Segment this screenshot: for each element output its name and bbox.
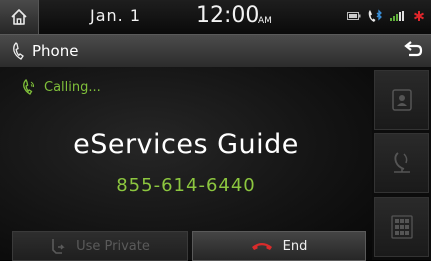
back-icon[interactable] xyxy=(403,41,423,59)
contacts-button[interactable] xyxy=(374,70,429,130)
keypad-button[interactable] xyxy=(374,197,429,257)
phone-icon xyxy=(13,42,24,60)
call-panel: Calling... eServices Guide 855-614-6440 … xyxy=(0,67,372,261)
end-call-button[interactable]: End xyxy=(192,231,366,261)
mute-icon xyxy=(414,11,424,21)
mic-mute-icon xyxy=(393,152,410,173)
status-time: 12:00 xyxy=(196,3,260,28)
use-private-button[interactable]: Use Private xyxy=(12,231,188,261)
bluetooth-phone-icon xyxy=(368,9,382,22)
end-call-label: End xyxy=(282,238,308,254)
keypad-icon xyxy=(390,215,413,239)
status-ampm: AM xyxy=(258,16,272,26)
mic-mute-button[interactable] xyxy=(374,133,429,193)
use-private-label: Use Private xyxy=(76,238,150,254)
calling-status-text: Calling... xyxy=(44,79,101,95)
status-date: Jan. 1 xyxy=(90,6,142,25)
side-panel xyxy=(372,67,431,260)
battery-icon xyxy=(347,12,361,20)
title-bar: Phone xyxy=(0,34,431,68)
contact-name: eServices Guide xyxy=(73,129,299,160)
status-bar: Jan. 1 12:00 AM xyxy=(0,0,431,34)
handset-icon xyxy=(52,239,65,254)
contact-number: 855-614-6440 xyxy=(116,175,256,196)
home-icon xyxy=(11,9,27,25)
home-button[interactable] xyxy=(0,0,39,34)
signal-icon xyxy=(390,11,404,21)
contacts-icon xyxy=(391,89,412,111)
calling-phone-icon xyxy=(23,79,35,95)
calling-status: Calling... xyxy=(22,79,101,95)
page-title: Phone xyxy=(32,42,79,60)
status-icons xyxy=(347,9,425,23)
end-call-icon xyxy=(251,243,272,250)
